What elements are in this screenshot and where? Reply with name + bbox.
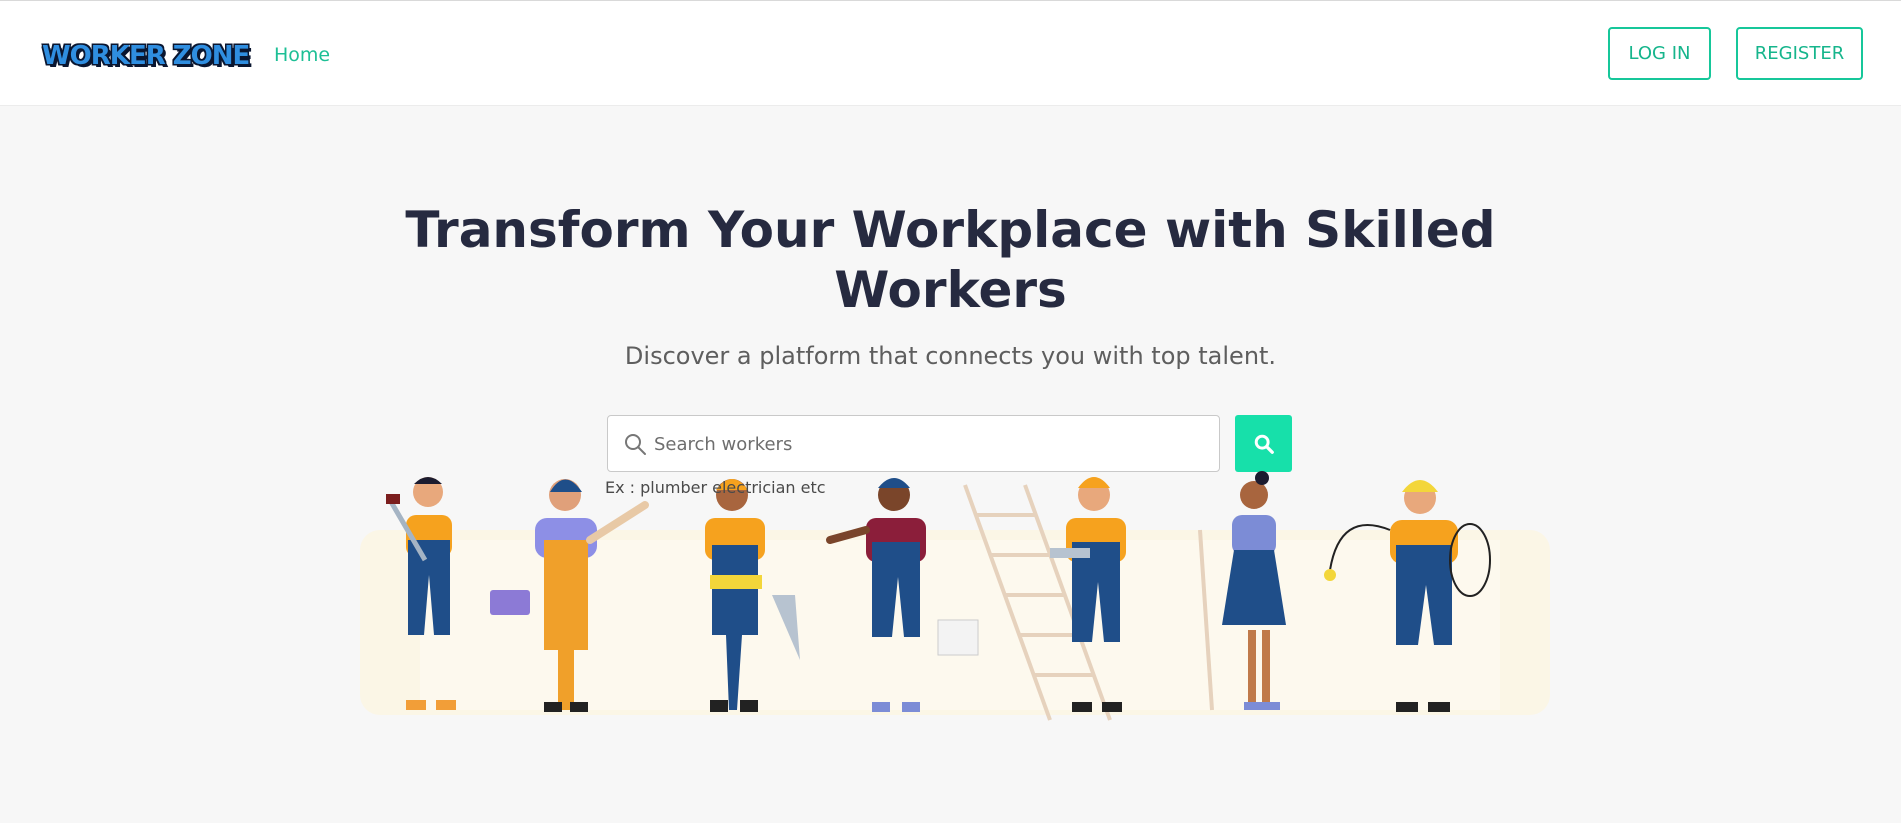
search-button[interactable] — [1235, 415, 1292, 472]
nav-home-link[interactable]: Home — [274, 44, 330, 66]
hero-title: Transform Your Workplace with Skilled Wo… — [0, 200, 1901, 320]
search-box — [607, 415, 1220, 473]
search-input[interactable] — [652, 416, 1211, 473]
register-button[interactable]: REGISTER — [1736, 27, 1863, 80]
logo[interactable]: WORKER ZONE — [42, 41, 250, 71]
hero-title-line-1: Transform Your Workplace with Skilled — [405, 201, 1496, 259]
search-hint: Ex : plumber electrician etc — [605, 478, 826, 497]
hero-subtitle: Discover a platform that connects you wi… — [624, 342, 1277, 370]
workers-group-illustration — [360, 471, 1550, 721]
hero-title-line-2: Workers — [834, 261, 1067, 319]
navbar: WORKER ZONE Home LOG IN REGISTER — [0, 1, 1901, 106]
search-icon — [1254, 434, 1274, 454]
search-icon — [625, 434, 646, 455]
login-button[interactable]: LOG IN — [1608, 27, 1711, 80]
